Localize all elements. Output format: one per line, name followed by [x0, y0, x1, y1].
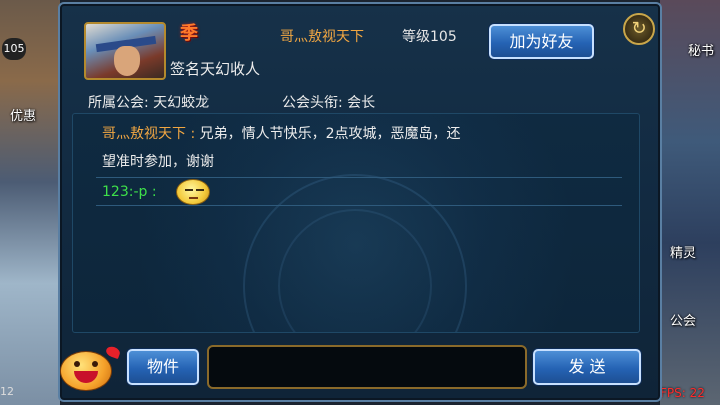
guild-label: 公会 — [670, 314, 697, 329]
message-sender[interactable]: 123:-p : — [102, 184, 157, 200]
player-avatar — [84, 22, 166, 80]
chat-message: 哥灬敖视天下 : 兄弟，情人节快乐，2点攻城，恶魔岛，还 — [102, 120, 461, 148]
close-icon[interactable]: ↻ — [623, 13, 655, 45]
chat-input[interactable] — [207, 345, 527, 389]
level-badge: 105 — [2, 38, 26, 60]
smiley-icon — [176, 179, 210, 205]
emoji-face-icon[interactable] — [58, 343, 124, 393]
message-divider — [96, 177, 622, 178]
player-guild-title: 公会头衔: 会长 — [282, 95, 376, 111]
player-signature: 签名天幻收人 — [170, 60, 261, 78]
message-text: 兄弟，情人节快乐，2点攻城，恶魔岛，还 — [195, 126, 461, 142]
background-left: 105 优惠 12 — [0, 0, 60, 405]
message-text-continuation: 望准时参加，谢谢 — [102, 154, 214, 170]
send-button[interactable]: 发 送 — [533, 349, 641, 385]
player-guild: 所属公会: 天幻蛟龙 — [88, 95, 210, 111]
items-button[interactable]: 物件 — [127, 349, 199, 385]
message-sender[interactable]: 哥灬敖视天下 : — [102, 126, 195, 142]
secretary-label: 秘书 — [688, 44, 715, 59]
fps-counter: FPS: 22 — [660, 386, 705, 400]
vip-emblem-icon: 季 — [180, 23, 198, 44]
add-friend-button[interactable]: 加为好友 — [489, 24, 594, 59]
background-right: 秘书 精灵 公会 — [660, 0, 720, 405]
player-name: 哥灬敖视天下 — [280, 29, 364, 45]
avatar-face — [114, 46, 140, 76]
discount-label: 优惠 — [10, 109, 37, 124]
spirit-label: 精灵 — [670, 246, 697, 261]
bottom-left-counter: 12 — [0, 385, 14, 398]
player-level: 等级105 — [402, 29, 457, 45]
message-divider — [96, 205, 622, 206]
chat-message: 123:-p : — [102, 178, 157, 206]
